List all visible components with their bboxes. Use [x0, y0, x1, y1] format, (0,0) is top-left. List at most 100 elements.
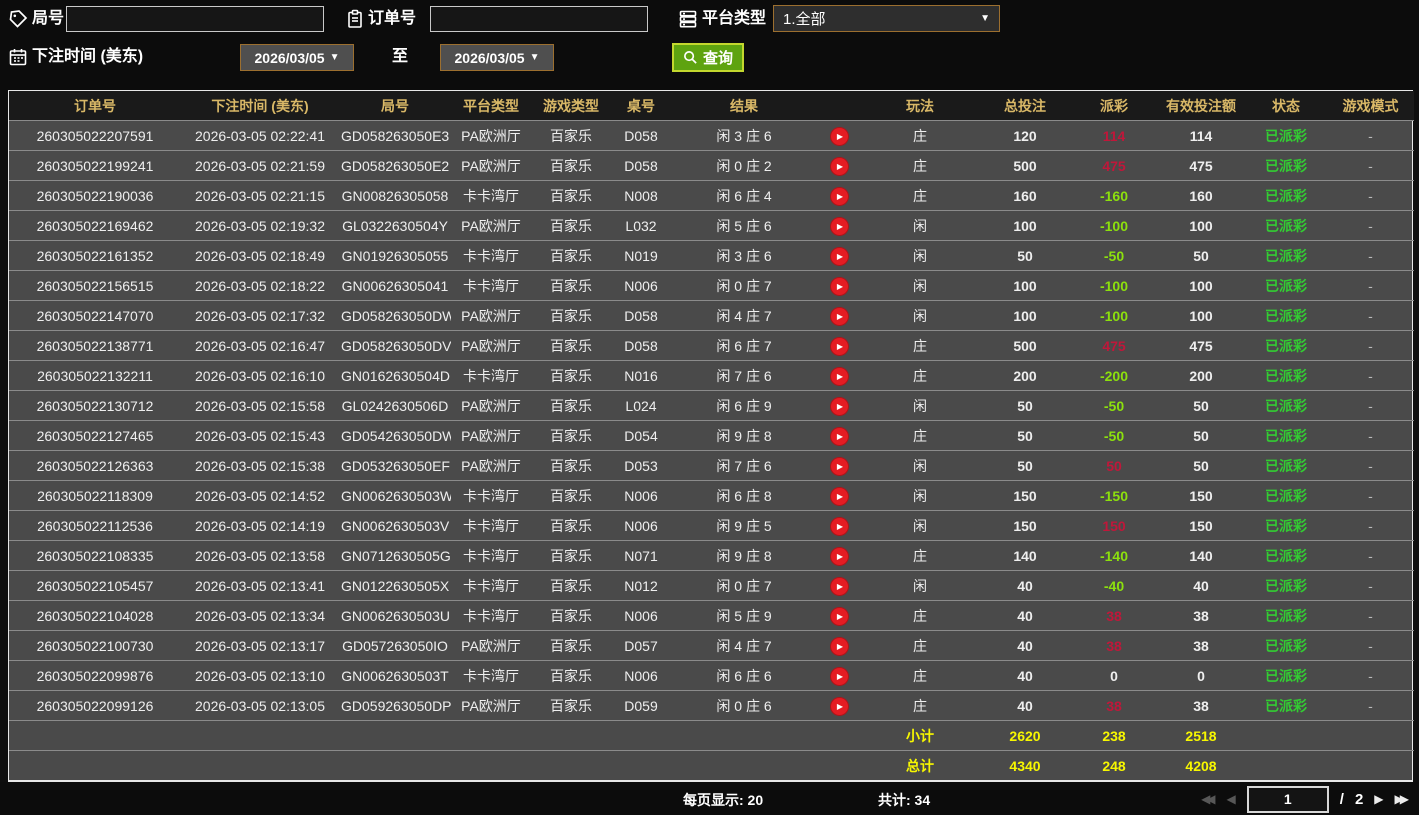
cell-payout: 50	[1071, 450, 1157, 481]
cell-total: 50	[979, 240, 1071, 271]
search-button[interactable]: 查询	[672, 43, 745, 72]
total-cell-bet: 总计	[861, 750, 979, 780]
cell-payout: 114	[1071, 120, 1157, 151]
cell-bet: 庄	[861, 600, 979, 631]
column-header-time: 下注时间 (美东)	[181, 91, 339, 121]
cell-total: 100	[979, 270, 1071, 301]
cell-bet: 闲	[861, 570, 979, 601]
cell-round: GD058263050DW	[339, 300, 451, 331]
cell-game: 百家乐	[531, 240, 611, 271]
cell-platform: 卡卡湾厅	[451, 480, 531, 511]
cell-game: 百家乐	[531, 210, 611, 241]
cell-table: D059	[611, 690, 671, 721]
cell-platform: PA欧洲厅	[451, 420, 531, 451]
cell-round: GN0062630503T	[339, 660, 451, 691]
cell-total: 40	[979, 600, 1071, 631]
cell-valid: 150	[1157, 480, 1245, 511]
cell-valid: 114	[1157, 120, 1245, 151]
total-cell-mode	[1327, 750, 1414, 780]
cell-platform: 卡卡湾厅	[451, 240, 531, 271]
cell-mode: -	[1327, 600, 1414, 631]
cell-payout: -100	[1071, 210, 1157, 241]
play-video-icon[interactable]: ▶	[829, 126, 849, 146]
cell-valid: 40	[1157, 570, 1245, 601]
cell-time: 2026-03-05 02:13:58	[181, 540, 339, 571]
subtotal-cell-play	[817, 720, 861, 751]
date-range-to-label: 至	[392, 48, 409, 65]
play-video-icon[interactable]: ▶	[829, 636, 849, 656]
cell-bet: 闲	[861, 210, 979, 241]
cell-game: 百家乐	[531, 570, 611, 601]
platform-select[interactable]: 1.全部 ▼	[773, 5, 1000, 32]
table-row: 260305022190036 2026-03-05 02:21:15 GN0082…	[9, 180, 1414, 211]
play-video-icon[interactable]: ▶	[829, 516, 849, 536]
cell-game: 百家乐	[531, 330, 611, 361]
cell-platform: 卡卡湾厅	[451, 270, 531, 301]
first-page-button[interactable]: ◀◀	[1201, 792, 1216, 806]
cell-table: D058	[611, 150, 671, 181]
round-input[interactable]	[66, 6, 324, 32]
table-row: 260305022105457 2026-03-05 02:13:41 GN0122…	[9, 570, 1414, 601]
cell-order: 260305022100730	[9, 630, 181, 661]
play-video-icon[interactable]: ▶	[829, 606, 849, 626]
cell-total: 140	[979, 540, 1071, 571]
play-video-icon[interactable]: ▶	[829, 366, 849, 386]
round-filter-label: 局号	[32, 10, 65, 27]
prev-page-button[interactable]: ◀	[1227, 792, 1236, 806]
cell-time: 2026-03-05 02:14:19	[181, 510, 339, 541]
play-video-icon[interactable]: ▶	[829, 576, 849, 596]
play-video-icon[interactable]: ▶	[829, 696, 849, 716]
table-row: 260305022112536 2026-03-05 02:14:19 GN0062…	[9, 510, 1414, 541]
cell-order: 260305022169462	[9, 210, 181, 241]
play-video-icon[interactable]: ▶	[829, 156, 849, 176]
cell-result: 闲 7 庄 6	[671, 450, 817, 481]
play-video-icon[interactable]: ▶	[829, 216, 849, 236]
cell-play: ▶	[817, 600, 861, 631]
play-video-icon[interactable]: ▶	[829, 486, 849, 506]
play-video-icon[interactable]: ▶	[829, 186, 849, 206]
cell-result: 闲 6 庄 6	[671, 660, 817, 691]
date-to-picker[interactable]: 2026/03/05 ▼	[440, 44, 554, 71]
play-video-icon[interactable]: ▶	[829, 426, 849, 446]
cell-game: 百家乐	[531, 690, 611, 721]
cell-bet: 闲	[861, 300, 979, 331]
chevron-down-icon: ▼	[980, 13, 990, 24]
cell-status: 已派彩	[1245, 150, 1327, 181]
cell-table: N008	[611, 180, 671, 211]
cell-total: 150	[979, 480, 1071, 511]
cell-platform: PA欧洲厅	[451, 210, 531, 241]
cell-time: 2026-03-05 02:21:59	[181, 150, 339, 181]
cell-play: ▶	[817, 660, 861, 691]
last-page-button[interactable]: ▶▶	[1395, 792, 1410, 806]
cell-status: 已派彩	[1245, 360, 1327, 391]
play-video-icon[interactable]: ▶	[829, 666, 849, 686]
play-video-icon[interactable]: ▶	[829, 546, 849, 566]
play-video-icon[interactable]: ▶	[829, 336, 849, 356]
cell-round: GN00626305041	[339, 270, 451, 301]
cell-play: ▶	[817, 690, 861, 721]
play-video-icon[interactable]: ▶	[829, 456, 849, 476]
cell-time: 2026-03-05 02:16:10	[181, 360, 339, 391]
total-cell-order	[9, 750, 181, 780]
cell-status: 已派彩	[1245, 600, 1327, 631]
column-header-payout: 派彩	[1071, 91, 1157, 121]
cell-play: ▶	[817, 420, 861, 451]
play-video-icon[interactable]: ▶	[829, 246, 849, 266]
cell-game: 百家乐	[531, 600, 611, 631]
cell-time: 2026-03-05 02:15:38	[181, 450, 339, 481]
cell-result: 闲 5 庄 9	[671, 600, 817, 631]
cell-bet: 庄	[861, 330, 979, 361]
subtotal-row: 小计 2620 238 2518	[9, 720, 1414, 751]
cell-mode: -	[1327, 450, 1414, 481]
play-video-icon[interactable]: ▶	[829, 396, 849, 416]
cell-round: GD054263050DW	[339, 420, 451, 451]
order-input[interactable]	[430, 6, 648, 32]
cell-time: 2026-03-05 02:18:49	[181, 240, 339, 271]
play-video-icon[interactable]: ▶	[829, 276, 849, 296]
play-video-icon[interactable]: ▶	[829, 306, 849, 326]
next-page-button[interactable]: ▶	[1374, 792, 1383, 806]
cell-order: 260305022112536	[9, 510, 181, 541]
date-from-picker[interactable]: 2026/03/05 ▼	[240, 44, 354, 71]
cell-result: 闲 3 庄 6	[671, 120, 817, 151]
page-number-input[interactable]	[1246, 785, 1329, 813]
